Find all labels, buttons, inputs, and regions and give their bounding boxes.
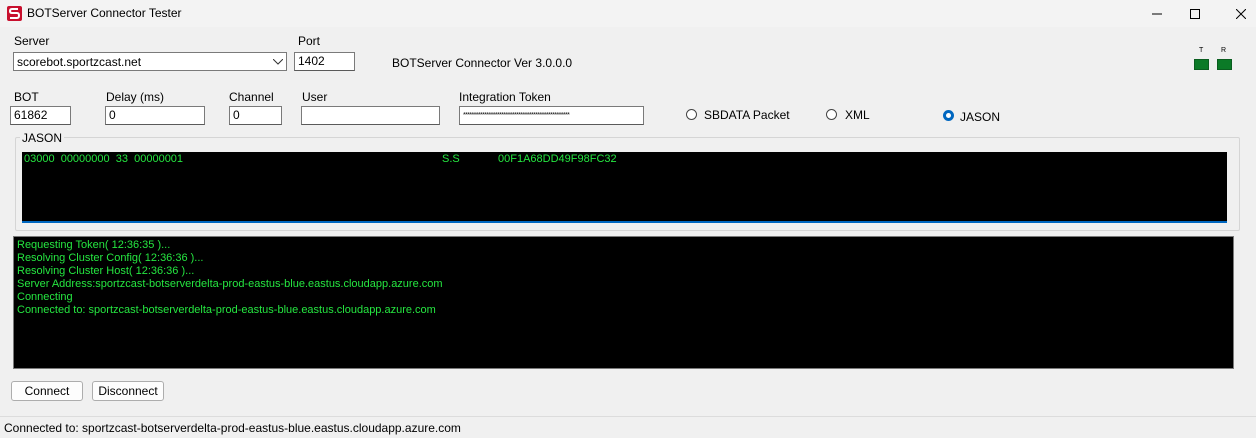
t-indicator-label: T (1199, 47, 1204, 54)
radio-xml[interactable] (826, 109, 837, 120)
user-input[interactable] (301, 106, 440, 125)
delay-input[interactable]: 0 (105, 106, 205, 125)
radio-sbdata-label[interactable]: SBDATA Packet (704, 108, 790, 122)
radio-jason[interactable] (943, 110, 954, 121)
user-label: User (302, 90, 328, 104)
log-line: Server Address:sportzcast-botserverdelta… (17, 278, 443, 290)
token-input[interactable]: ****************************************… (459, 106, 644, 125)
status-bar: Connected to: sportzcast-botserverdelta-… (0, 416, 1256, 438)
log-line: Resolving Cluster Config( 12:36:36 )... (17, 252, 204, 264)
port-input[interactable]: 1402 (294, 52, 355, 71)
r-indicator-label: R (1221, 47, 1227, 54)
server-label: Server (14, 34, 50, 48)
connect-button[interactable]: Connect (11, 381, 83, 401)
channel-label: Channel (229, 90, 274, 104)
version-text: BOTServer Connector Ver 3.0.0.0 (392, 56, 573, 70)
log-line: Requesting Token( 12:36:35 )... (17, 239, 171, 251)
delay-label: Delay (ms) (106, 90, 165, 104)
channel-input[interactable]: 0 (229, 106, 282, 125)
status-text: Connected to: sportzcast-botserverdelta-… (4, 421, 461, 435)
radio-xml-label[interactable]: XML (845, 108, 870, 122)
maximize-button[interactable] (1172, 0, 1218, 27)
disconnect-button[interactable]: Disconnect (92, 381, 164, 401)
token-label: Integration Token (459, 90, 551, 104)
receive-indicator (1217, 59, 1232, 70)
port-label: Port (298, 34, 321, 48)
radio-jason-label[interactable]: JASON (960, 110, 1000, 124)
window-title: BOTServer Connector Tester (27, 6, 182, 20)
data-display[interactable]: 03000 00000000 33 00000001 S.S 00F1A68DD… (22, 152, 1227, 223)
bot-input[interactable]: 61862 (10, 106, 71, 125)
log-console[interactable]: Requesting Token( 12:36:35 )... Resolvin… (13, 236, 1234, 369)
server-combobox[interactable]: scorebot.sportzcast.net (13, 52, 287, 71)
bot-label: BOT (14, 90, 39, 104)
data-hex-text: 00F1A68DD49F98FC32 (498, 153, 617, 165)
log-line: Resolving Cluster Host( 12:36:36 )... (17, 265, 195, 277)
log-line: Connected to: sportzcast-botserverdelta-… (17, 304, 436, 316)
radio-sbdata[interactable] (686, 109, 697, 120)
data-mid-text: S.S (442, 153, 460, 165)
app-logo-icon (7, 6, 22, 21)
transmit-indicator (1194, 59, 1209, 70)
server-value: scorebot.sportzcast.net (17, 55, 142, 69)
close-button[interactable] (1218, 0, 1256, 27)
data-fields-text: 03000 00000000 33 00000001 (24, 153, 184, 165)
log-line: Connecting (17, 291, 73, 303)
maximize-icon (1190, 8, 1200, 19)
minimize-icon (1152, 13, 1162, 14)
jason-group-title: JASON (20, 131, 65, 145)
close-icon (1236, 8, 1246, 19)
chevron-down-icon[interactable] (273, 59, 283, 65)
title-bar: BOTServer Connector Tester (0, 0, 1256, 27)
